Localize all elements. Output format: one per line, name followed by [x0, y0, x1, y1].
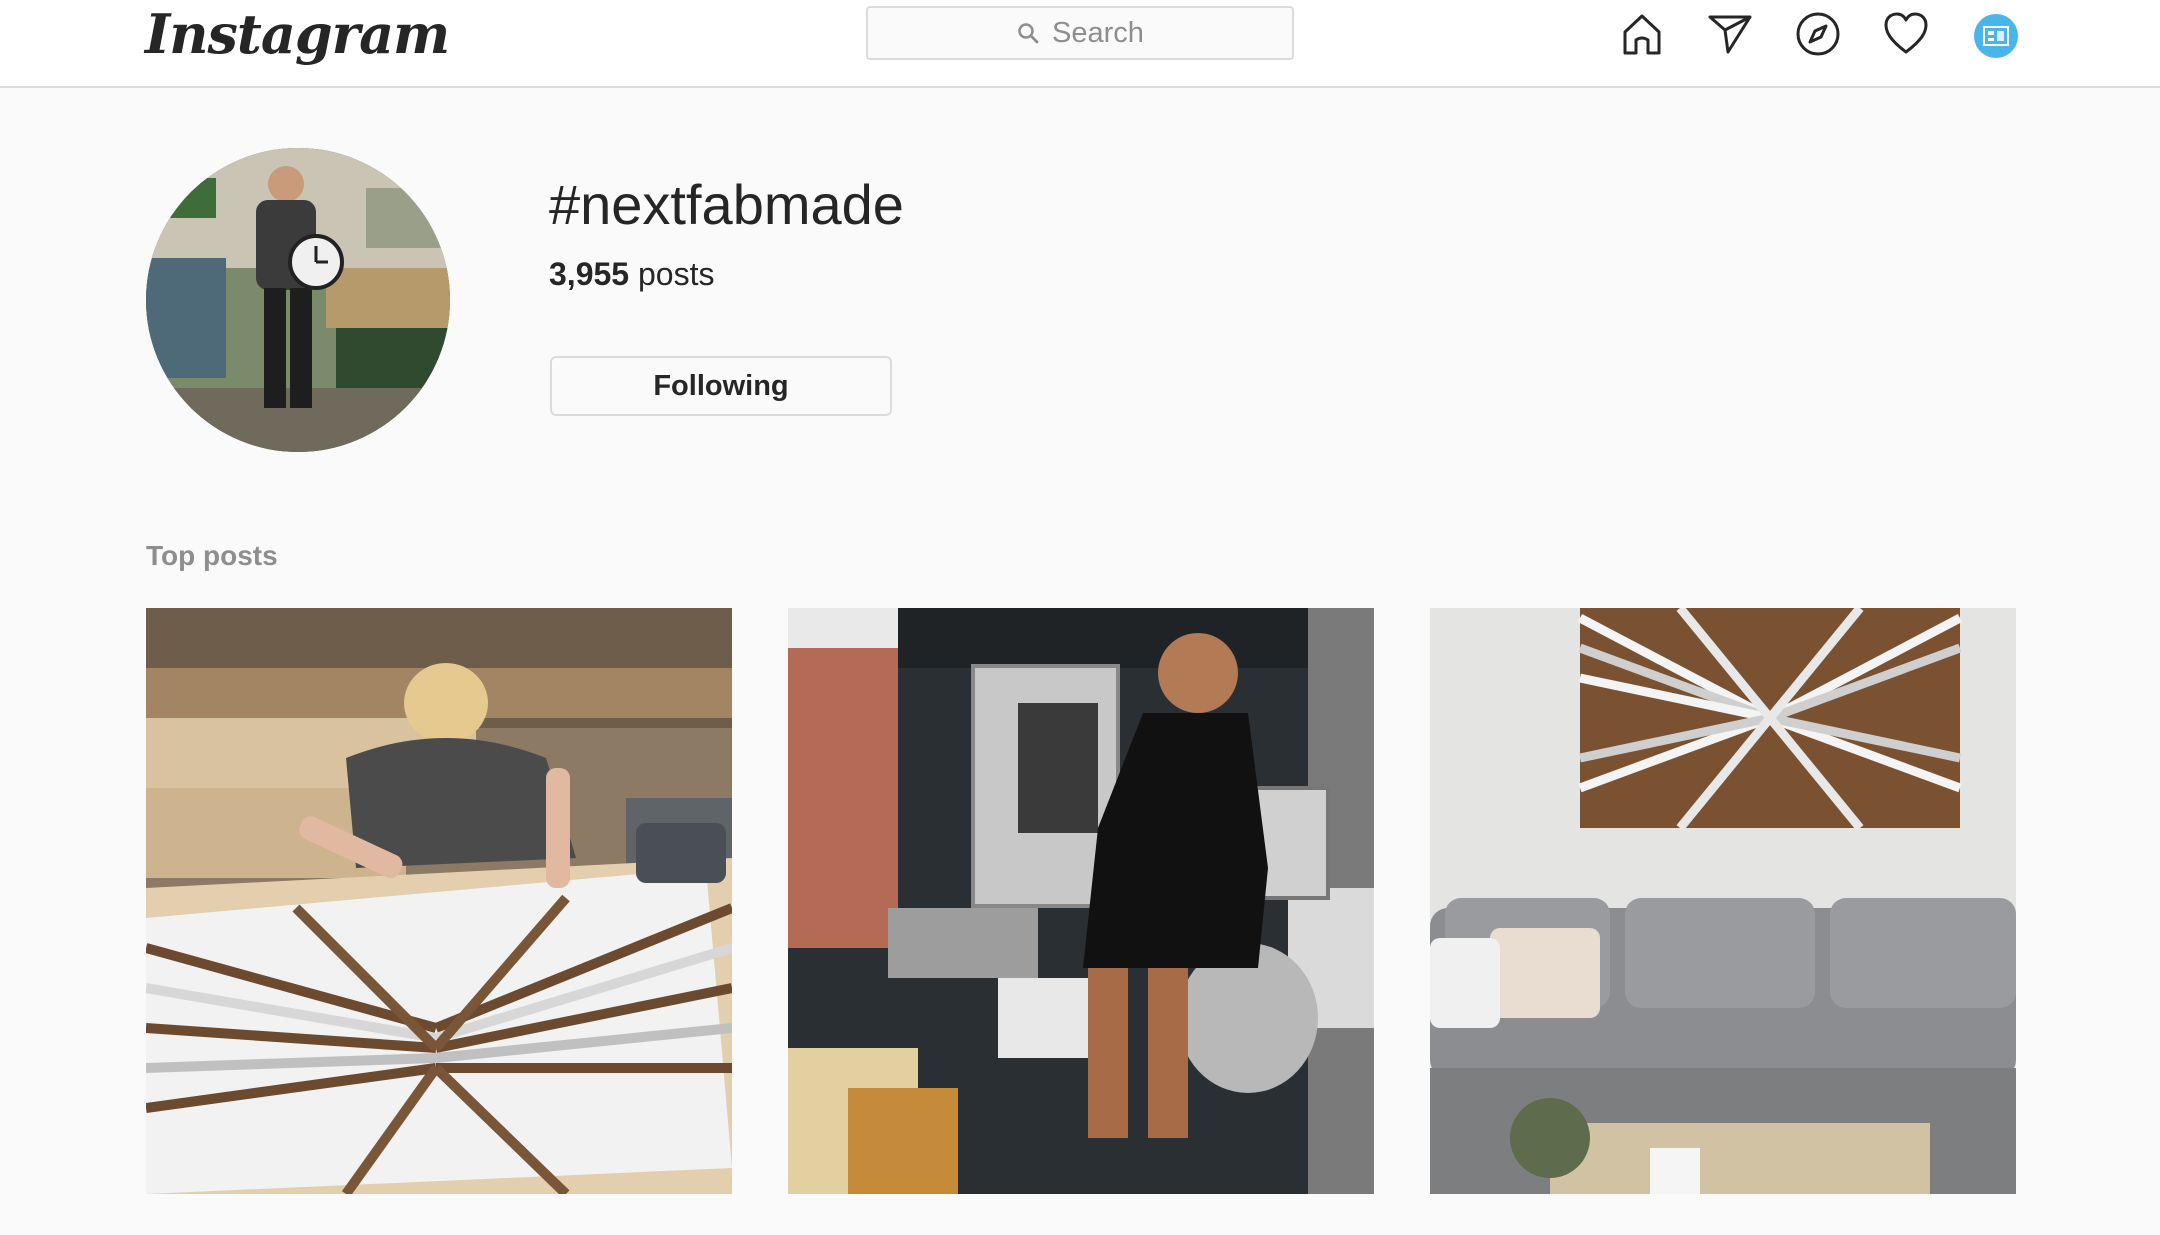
search-input[interactable]: Search [866, 6, 1294, 60]
direct-icon[interactable] [1704, 8, 1756, 60]
home-icon[interactable] [1616, 8, 1668, 60]
search-placeholder: Search [1052, 16, 1144, 49]
activity-icon[interactable] [1880, 8, 1932, 60]
search-icon [1018, 23, 1039, 44]
top-post-3[interactable] [1430, 608, 2016, 1194]
top-post-2[interactable] [788, 608, 1374, 1194]
top-posts-heading: Top posts [146, 540, 278, 571]
top-navigation-bar: Instagram Search [0, 0, 2160, 88]
post-count-number: 3,955 [549, 256, 630, 292]
profile-avatar[interactable] [1974, 14, 2018, 58]
instagram-logo[interactable]: Instagram [145, 2, 450, 66]
hashtag-title: #nextfabmade [549, 173, 904, 236]
following-button[interactable]: Following [550, 356, 892, 416]
top-post-1[interactable] [146, 608, 732, 1194]
post-count: 3,955 posts [549, 256, 714, 293]
post-count-label: posts [637, 256, 715, 292]
explore-icon[interactable] [1792, 8, 1844, 60]
hashtag-profile-image [146, 148, 450, 452]
